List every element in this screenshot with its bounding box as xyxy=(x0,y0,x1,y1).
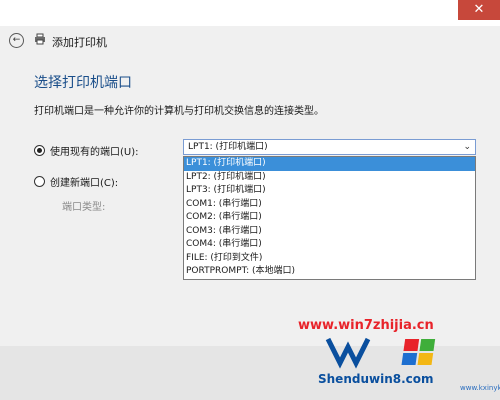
back-button[interactable]: ← xyxy=(9,33,24,48)
watermark-site-name: Shenduwin8.com xyxy=(318,372,434,386)
dialog-content: 选择打印机端口 打印机端口是一种允许你的计算机与打印机交换信息的连接类型。 使用… xyxy=(0,56,500,346)
existing-port-select[interactable]: LPT1: (打印机端口) ⌄ xyxy=(183,139,476,155)
chevron-down-icon[interactable]: ⌄ xyxy=(463,140,471,154)
watermark-url-top: www.win7zhijia.cn xyxy=(298,318,434,333)
existing-port-select-value: LPT1: (打印机端口) xyxy=(188,142,268,152)
create-new-port-label: 创建新端口(C): xyxy=(50,178,119,189)
dialog-header: ← 添加打印机 xyxy=(0,26,500,56)
use-existing-port-option[interactable]: 使用现有的端口(U): xyxy=(34,143,139,158)
create-new-port-radio[interactable] xyxy=(34,176,45,187)
create-new-port-option[interactable]: 创建新端口(C): xyxy=(34,174,118,189)
printer-icon xyxy=(35,33,45,45)
windows-logo-icon xyxy=(325,337,436,369)
back-arrow-icon: ← xyxy=(12,35,21,45)
watermark-url-side: www.kxinyk.com xyxy=(460,384,500,392)
port-option-com1[interactable]: COM1: (串行端口) xyxy=(184,198,475,212)
port-option-com2[interactable]: COM2: (串行端口) xyxy=(184,211,475,225)
port-option-lpt2[interactable]: LPT2: (打印机端口) xyxy=(184,171,475,185)
window-titlebar: ✕ xyxy=(0,0,500,26)
use-existing-port-radio[interactable] xyxy=(34,145,45,156)
page-description: 打印机端口是一种允许你的计算机与打印机交换信息的连接类型。 xyxy=(34,106,324,117)
port-option-lpt1[interactable]: LPT1: (打印机端口) xyxy=(184,157,475,171)
close-icon: ✕ xyxy=(473,2,485,17)
port-option-com3[interactable]: COM3: (串行端口) xyxy=(184,225,475,239)
port-option-file[interactable]: FILE: (打印到文件) xyxy=(184,252,475,266)
port-option-lpt3[interactable]: LPT3: (打印机端口) xyxy=(184,184,475,198)
close-button[interactable]: ✕ xyxy=(458,0,500,20)
port-dropdown-list: LPT1: (打印机端口) LPT2: (打印机端口) LPT3: (打印机端口… xyxy=(183,156,476,280)
use-existing-port-label: 使用现有的端口(U): xyxy=(50,147,139,158)
page-title: 选择打印机端口 xyxy=(34,75,132,91)
port-option-portprompt[interactable]: PORTPROMPT: (本地端口) xyxy=(184,265,475,279)
port-option-com4[interactable]: COM4: (串行端口) xyxy=(184,238,475,252)
port-type-label: 端口类型: xyxy=(62,202,106,213)
window-title: 添加打印机 xyxy=(52,36,107,49)
